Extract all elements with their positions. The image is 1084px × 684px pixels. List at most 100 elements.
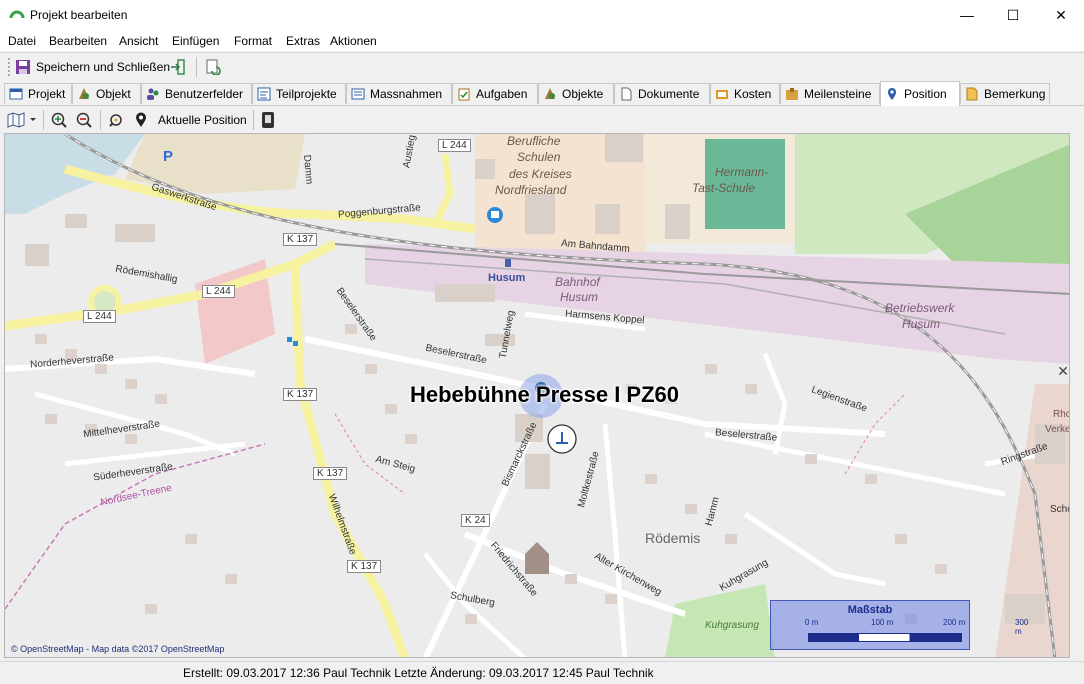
map-label-school2: Schulen (517, 150, 561, 164)
tab-label: Dokumente (638, 87, 700, 101)
maximize-button[interactable]: ☐ (990, 0, 1036, 30)
note-icon (966, 87, 978, 101)
map-label-hermann2: Tast-Schule (692, 181, 755, 195)
tab-projekt[interactable]: Projekt (4, 83, 72, 104)
milestones-icon (786, 88, 798, 100)
save-icon (16, 60, 30, 74)
tab-objekte[interactable]: Objekte (538, 83, 614, 104)
scale-tick-100: 100 m (871, 618, 894, 627)
tab-meilensteine[interactable]: Meilensteine (780, 83, 880, 104)
device-icon (262, 112, 274, 128)
refresh-document-icon (206, 59, 221, 75)
close-poi-icon[interactable]: ✕ (1057, 363, 1069, 380)
current-position-button[interactable]: Aktuelle Position (134, 110, 247, 130)
save-close-button[interactable]: Speichern und Schließen (15, 56, 170, 78)
map-label-school3: des Kreises (509, 167, 572, 181)
tab-label: Objekte (562, 87, 604, 101)
tab-position[interactable]: Position (880, 81, 960, 106)
tab-benutzerfelder[interactable]: Benutzerfelder (141, 83, 252, 104)
project-icon (9, 88, 23, 100)
menu-datei[interactable]: Datei (8, 34, 36, 48)
map-settings-button[interactable] (260, 110, 276, 130)
scale-bar-graphic (808, 633, 962, 642)
tab-label: Benutzerfelder (165, 87, 244, 101)
tab-label: Position (904, 87, 947, 101)
zoom-out-button[interactable] (75, 110, 93, 130)
map-view[interactable]: Berufliche Schulen des Kreises Nordfries… (4, 133, 1070, 658)
zoom-in-icon (51, 112, 67, 128)
scale-tick-0: 0 m (805, 618, 819, 627)
scale-tick-200: 200 m (943, 618, 966, 627)
tab-teilprojekte[interactable]: Teilprojekte (252, 83, 346, 104)
map-road-k24: K 24 (461, 514, 490, 527)
map-label-schock: Schock (1050, 504, 1069, 515)
map-road-k137b: K 137 (283, 388, 318, 401)
parking-icon: P (163, 148, 174, 165)
menu-format[interactable]: Format (234, 34, 272, 48)
tab-bemerkung[interactable]: Bemerkung (960, 83, 1050, 104)
map-road-k137a: K 137 (283, 233, 318, 246)
map-type-dropdown[interactable] (7, 110, 37, 130)
map-label-rodemis: Rödemis (645, 530, 701, 546)
map-toolbar: Aktuelle Position (0, 106, 1084, 133)
map-label-kuhgrasung: Kuhgrasung (705, 620, 759, 631)
tab-strip: Projekt Objekt Benutzerfelder Teilprojek… (0, 81, 1084, 106)
export-icon (171, 59, 185, 75)
map-label-bahnhof2: Husum (560, 290, 599, 304)
status-bar: Erstellt: 09.03.2017 12:36 Paul Technik … (0, 661, 1084, 684)
tasks-icon (458, 88, 470, 101)
tab-aufgaben[interactable]: Aufgaben (452, 83, 538, 104)
subprojects-icon (257, 87, 271, 101)
map-label-husum-station: Husum (488, 272, 526, 284)
refresh-button[interactable] (205, 56, 221, 78)
users-icon (147, 88, 159, 100)
tab-objekt[interactable]: Objekt (72, 83, 141, 104)
window-title: Projekt bearbeiten (30, 8, 128, 22)
menu-extras[interactable]: Extras (286, 34, 320, 48)
app-icon (9, 10, 25, 19)
zoom-out-icon (76, 112, 92, 128)
zoom-in-button[interactable] (50, 110, 68, 130)
map-label-bahnhof1: Bahnhof (555, 275, 600, 289)
tab-label: Teilprojekte (276, 87, 337, 101)
scale-title: Maßstab (847, 604, 893, 616)
title-bar: Projekt bearbeiten — ☐ ✕ (0, 0, 1084, 31)
location-pin-icon (136, 112, 146, 127)
search-location-icon (109, 114, 122, 127)
map-label-betrieb1: Betriebswerk (885, 301, 955, 315)
map-road-l244a: L 244 (438, 139, 471, 152)
tab-label: Bemerkung (984, 87, 1046, 101)
current-position-label: Aktuelle Position (158, 113, 247, 127)
menu-einfuegen[interactable]: Einfügen (172, 34, 219, 48)
menu-aktionen[interactable]: Aktionen (330, 34, 377, 48)
map-label-rhode: Rhode (1053, 409, 1069, 420)
tab-dokumente[interactable]: Dokumente (614, 83, 710, 104)
tab-label: Objekt (96, 87, 131, 101)
tab-kosten[interactable]: Kosten (710, 83, 780, 104)
map-road-k137c: K 137 (313, 467, 348, 480)
tab-label: Aufgaben (476, 87, 528, 101)
map-label-hermann1: Hermann- (715, 165, 769, 179)
map-attribution[interactable]: © OpenStreetMap - Map data ©2017 OpenStr… (11, 644, 224, 654)
menu-bearbeiten[interactable]: Bearbeiten (49, 34, 107, 48)
object-icon (79, 88, 89, 99)
tab-label: Massnahmen (370, 87, 443, 101)
tab-massnahmen[interactable]: Massnahmen (346, 83, 452, 104)
minimize-button[interactable]: — (944, 0, 990, 30)
poi-label[interactable]: Hebebühne Presse I PZ60 (410, 382, 679, 408)
map-icon (7, 112, 25, 128)
chevron-down-icon (30, 118, 36, 121)
map-label-school4: Nordfriesland (495, 183, 567, 197)
location-pin-icon (888, 88, 896, 100)
search-location-button[interactable] (107, 110, 125, 130)
map-label-verkehrs: Verkehrsbe (1045, 424, 1070, 435)
objects-icon (545, 88, 555, 99)
save-close-label: Speichern und Schließen (36, 60, 171, 74)
menu-bar: Datei Bearbeiten Ansicht Einfügen Format… (0, 31, 1084, 51)
close-button[interactable]: ✕ (1038, 0, 1084, 30)
tab-label: Meilensteine (804, 87, 872, 101)
menu-ansicht[interactable]: Ansicht (119, 34, 158, 48)
map-road-l244b: L 244 (202, 285, 235, 298)
export-button[interactable] (170, 56, 186, 78)
status-text: Erstellt: 09.03.2017 12:36 Paul Technik … (183, 666, 654, 680)
